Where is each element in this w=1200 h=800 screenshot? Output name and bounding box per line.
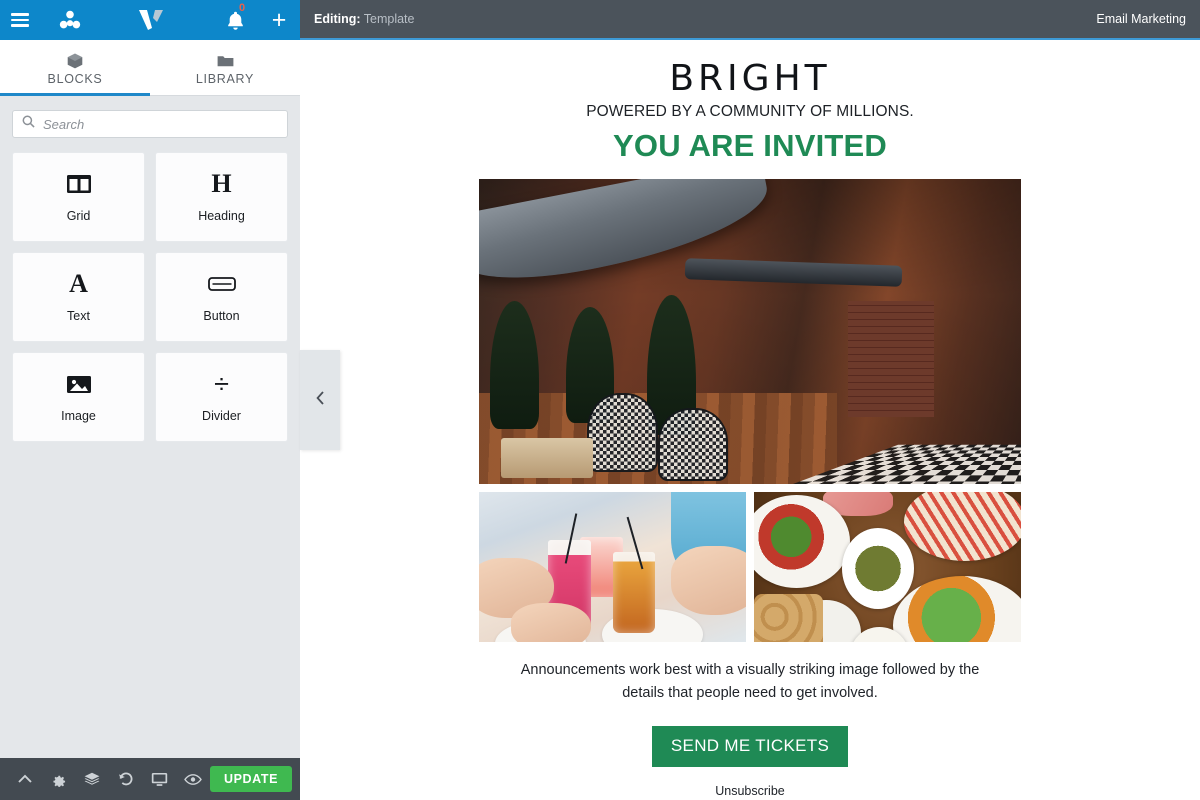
food-image-art	[754, 492, 1021, 643]
plus-icon[interactable]: +	[268, 8, 290, 33]
search-icon	[22, 115, 35, 133]
layers-icon[interactable]	[75, 758, 109, 800]
email-logo-text[interactable]: BRIGHT	[479, 56, 1021, 101]
tab-blocks[interactable]: BLOCKS	[0, 40, 150, 96]
email-builder-app: 0 + BLOCKS LIBRARY Search Grid H Heading…	[0, 0, 1200, 800]
image-icon	[66, 371, 92, 397]
hero-image[interactable]	[479, 179, 1021, 485]
tab-library[interactable]: LIBRARY	[150, 40, 300, 95]
block-grid[interactable]: Grid	[12, 152, 145, 242]
search-box[interactable]	[12, 110, 288, 138]
hero-image-art	[479, 179, 1021, 485]
hero-brick-wall	[847, 301, 935, 418]
button-icon	[207, 271, 236, 297]
thumbnail-food[interactable]	[754, 492, 1021, 643]
cube-icon	[67, 52, 83, 70]
block-heading[interactable]: H Heading	[155, 152, 288, 242]
hand	[511, 603, 592, 643]
text-a-icon: A	[69, 269, 88, 298]
food-apple-plate	[903, 492, 1021, 562]
notification-count-badge: 0	[239, 2, 246, 14]
main-header: Editing: Template Email Marketing	[300, 0, 1200, 40]
molecule-icon[interactable]	[56, 6, 84, 34]
block-divider[interactable]: ÷ Divider	[155, 352, 288, 442]
food-olive-bowl	[842, 528, 915, 610]
blocks-grid: Grid H Heading A Text Button Image ÷ Div…	[0, 148, 300, 446]
folder-icon	[217, 52, 234, 70]
history-icon[interactable]	[109, 758, 143, 800]
hero-wood-table	[500, 438, 593, 479]
email-template: BRIGHT POWERED BY A COMMUNITY OF MILLION…	[479, 40, 1021, 800]
eye-preview-icon[interactable]	[176, 758, 210, 800]
hero-duct	[684, 257, 903, 287]
block-grid-label: Grid	[66, 209, 91, 223]
block-divider-label: Divider	[202, 409, 241, 423]
thumbnail-drinks[interactable]	[479, 492, 746, 643]
cta-container: SEND ME TICKETS	[479, 726, 1021, 768]
drinks-image-art	[479, 492, 746, 643]
block-text[interactable]: A Text	[12, 252, 145, 342]
food-salad-plate	[754, 495, 851, 589]
desktop-preview-icon[interactable]	[143, 758, 177, 800]
food-crackers	[754, 594, 824, 643]
divider-icon: ÷	[214, 368, 229, 399]
main-area: Editing: Template Email Marketing BRIGHT…	[300, 0, 1200, 800]
block-button-label: Button	[203, 309, 240, 323]
block-image[interactable]: Image	[12, 352, 145, 442]
app-topbar: 0 +	[0, 0, 300, 40]
update-button[interactable]: UPDATE	[209, 766, 293, 792]
block-heading-label: Heading	[198, 209, 245, 223]
hero-topiary	[489, 301, 539, 430]
chevron-left-icon	[315, 390, 325, 410]
collapse-panel-handle[interactable]	[300, 350, 340, 450]
tab-library-label: LIBRARY	[195, 72, 255, 86]
editing-breadcrumb: Editing: Template	[314, 12, 415, 26]
heading-h-icon: H	[211, 169, 232, 198]
hand	[671, 546, 746, 616]
email-body-text[interactable]: Announcements work best with a visually …	[479, 659, 1021, 704]
editing-label: Editing:	[314, 12, 361, 26]
block-image-label: Image	[61, 409, 96, 423]
hamburger-icon[interactable]	[8, 8, 32, 32]
food-veggie-plate	[892, 576, 1021, 643]
thumbnail-row	[479, 492, 1021, 643]
block-button[interactable]: Button	[155, 252, 288, 342]
gear-icon[interactable]	[42, 758, 76, 800]
search-container	[0, 96, 300, 148]
block-text-label: Text	[67, 309, 90, 323]
unsubscribe-link[interactable]: Unsubscribe	[715, 784, 784, 798]
sidebar-tabs: BLOCKS LIBRARY	[0, 40, 300, 96]
search-input[interactable]	[43, 116, 278, 132]
app-name-label: Email Marketing	[1096, 12, 1186, 26]
email-tagline[interactable]: POWERED BY A COMMUNITY OF MILLIONS.	[479, 103, 1021, 121]
chevron-up-icon[interactable]	[8, 758, 42, 800]
left-sidebar: 0 + BLOCKS LIBRARY Search Grid H Heading…	[0, 0, 300, 800]
v-logo-icon[interactable]	[136, 5, 166, 35]
hero-chair	[587, 392, 658, 472]
drink-glass	[612, 552, 656, 634]
editing-value: Template	[363, 12, 415, 26]
email-heading[interactable]: YOU ARE INVITED	[479, 127, 1021, 164]
grid-icon	[66, 171, 92, 197]
hero-chair	[657, 407, 729, 482]
bottom-toolbar: UPDATE	[0, 758, 300, 800]
tab-blocks-label: BLOCKS	[47, 72, 103, 86]
send-me-tickets-button[interactable]: SEND ME TICKETS	[651, 726, 849, 768]
email-canvas[interactable]: BRIGHT POWERED BY A COMMUNITY OF MILLION…	[300, 40, 1200, 800]
